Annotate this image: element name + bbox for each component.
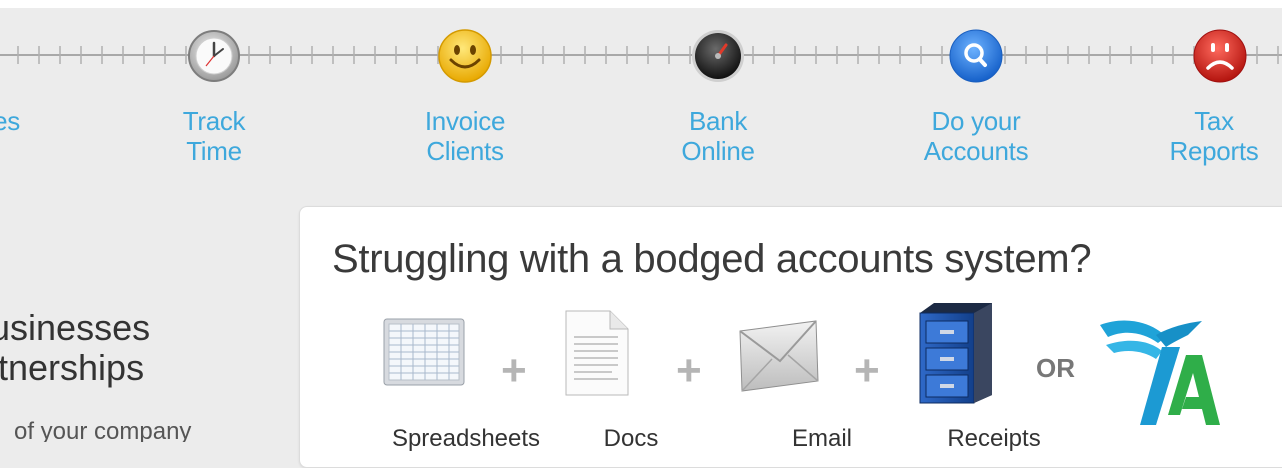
timeline-step-label: Bank Online (681, 106, 755, 166)
envelope-icon (739, 320, 819, 392)
smiley-icon (438, 29, 492, 83)
timeline-step-label: Do your Accounts (923, 106, 1029, 166)
timeline-step-label: Invoice Clients (424, 106, 506, 166)
plus-sign: + (676, 346, 702, 395)
timeline-step-label: Track Time (182, 106, 246, 166)
promo-card: Struggling with a bodged accounts system… (299, 206, 1282, 468)
tool-label: Receipts (947, 425, 1041, 452)
winged-fa-logo-icon[interactable] (1096, 315, 1226, 431)
tool-label: Docs (603, 425, 659, 452)
gauge-icon (692, 30, 744, 82)
tool-label: Email (791, 425, 852, 452)
tool-receipts: Receipts (916, 303, 1041, 452)
timeline-step-label: Tax Reports (1169, 106, 1259, 166)
left-intro: usinesses rtnerships of your company (0, 300, 290, 443)
tool-docs: Docs (562, 310, 658, 452)
tool-email: Email (734, 315, 852, 452)
promo-title: Struggling with a bodged accounts system… (332, 237, 1092, 281)
plus-sign: + (854, 346, 880, 395)
intro-subtext: of your company (14, 418, 192, 442)
timeline-step-label: es (0, 106, 20, 136)
plus-sign: + (501, 346, 527, 395)
filing-cabinet-icon (919, 303, 992, 404)
intro-heading: usinesses rtnerships (0, 307, 151, 388)
or-label: OR (1036, 353, 1075, 383)
search-icon (949, 29, 1003, 83)
spreadsheet-icon (383, 318, 465, 386)
clock-icon (188, 30, 240, 82)
tool-spreadsheets: Spreadsheets (382, 315, 540, 452)
sad-face-icon (1193, 29, 1247, 83)
top-strip (0, 0, 1282, 8)
document-icon (565, 310, 629, 396)
feature-timeline: es Track Time Invoice Clients Bank Onlin… (0, 8, 1282, 166)
